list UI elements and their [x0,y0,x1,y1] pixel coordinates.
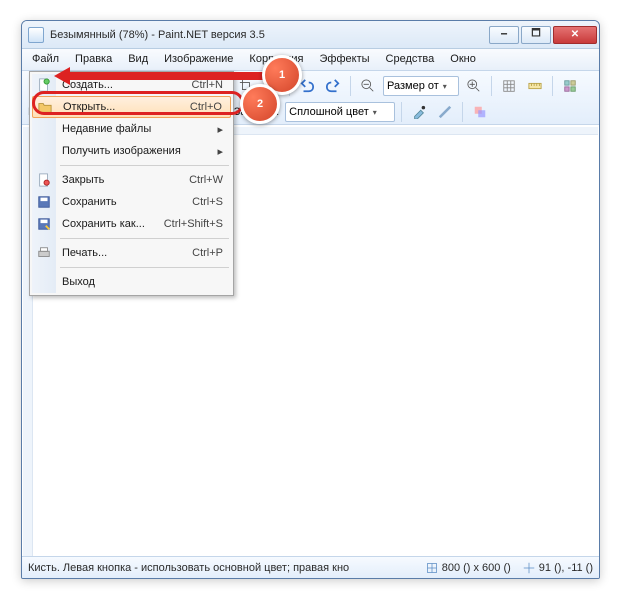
menu-item-close[interactable]: Закрыть Ctrl+W [32,169,231,191]
menu-edit[interactable]: Правка [67,49,120,70]
menu-separator [60,165,229,166]
app-icon [28,27,44,43]
annotation-highlight-open [32,91,244,115]
status-hint: Кисть. Левая кнопка - использовать основ… [28,562,414,574]
menu-effects[interactable]: Эффекты [312,49,378,70]
window-title: Безымянный (78%) - Paint.NET версия 3.5 [50,29,487,41]
menu-item-print[interactable]: Печать... Ctrl+P [32,242,231,264]
menu-item-save[interactable]: Сохранить Ctrl+S [32,191,231,213]
maximize-button[interactable]: 🗖 [521,26,551,44]
minimize-button[interactable]: 🗕 [489,26,519,44]
chevron-down-icon: ▾ [373,108,377,117]
redo-icon[interactable] [322,75,344,97]
separator [401,102,402,122]
menu-image[interactable]: Изображение [156,49,241,70]
menu-window[interactable]: Окно [442,49,484,70]
zoom-combo[interactable]: Размер от ▾ [383,76,459,96]
separator [462,102,463,122]
separator [491,76,492,96]
ruler-icon[interactable] [524,75,546,97]
menu-item-acquire[interactable]: Получить изображения ▸ [32,140,231,162]
grid-icon[interactable] [498,75,520,97]
print-icon [36,245,52,261]
menu-item-saveas[interactable]: Сохранить как... Ctrl+Shift+S [32,213,231,235]
title-bar: Безымянный (78%) - Paint.NET версия 3.5 … [22,21,599,49]
app-window: Безымянный (78%) - Paint.NET версия 3.5 … [21,20,600,579]
menu-file[interactable]: Файл [24,49,67,70]
menu-bar: Файл Правка Вид Изображение Коррекция Эф… [22,49,599,71]
save-icon [36,194,52,210]
color-picker-icon[interactable] [408,101,430,123]
close-file-icon [36,172,52,188]
status-cursor: 91 (), -11 () [523,562,593,574]
fill-combo-value: Сплошной цвет [289,106,369,118]
status-bar: Кисть. Левая кнопка - использовать основ… [22,556,599,578]
annotation-step-2: 2 [240,84,280,124]
menu-separator [60,238,229,239]
menu-tools[interactable]: Средства [378,49,443,70]
submenu-arrow-icon: ▸ [205,145,223,158]
blend-icon[interactable] [469,101,491,123]
antialias-icon[interactable] [434,101,456,123]
menu-item-exit[interactable]: Выход [32,271,231,293]
zoom-in-icon[interactable] [463,75,485,97]
window-controls: 🗕 🗖 ✕ [487,26,597,44]
save-as-icon [36,216,52,232]
status-size: 800 () x 600 () [426,562,511,574]
menu-item-recent[interactable]: Недавние файлы ▸ [32,118,231,140]
fill-combo[interactable]: Сплошной цвет ▾ [285,102,395,122]
chevron-down-icon: ▾ [443,82,447,91]
separator [552,76,553,96]
menu-separator [60,267,229,268]
close-button[interactable]: ✕ [553,26,597,44]
zoom-out-icon[interactable] [357,75,379,97]
cursor-pos-icon [523,562,535,574]
zoom-combo-label: Размер от [387,80,439,92]
tool-windows-icon[interactable] [559,75,581,97]
separator [350,76,351,96]
dimensions-icon [426,562,438,574]
submenu-arrow-icon: ▸ [205,123,223,136]
menu-view[interactable]: Вид [120,49,156,70]
